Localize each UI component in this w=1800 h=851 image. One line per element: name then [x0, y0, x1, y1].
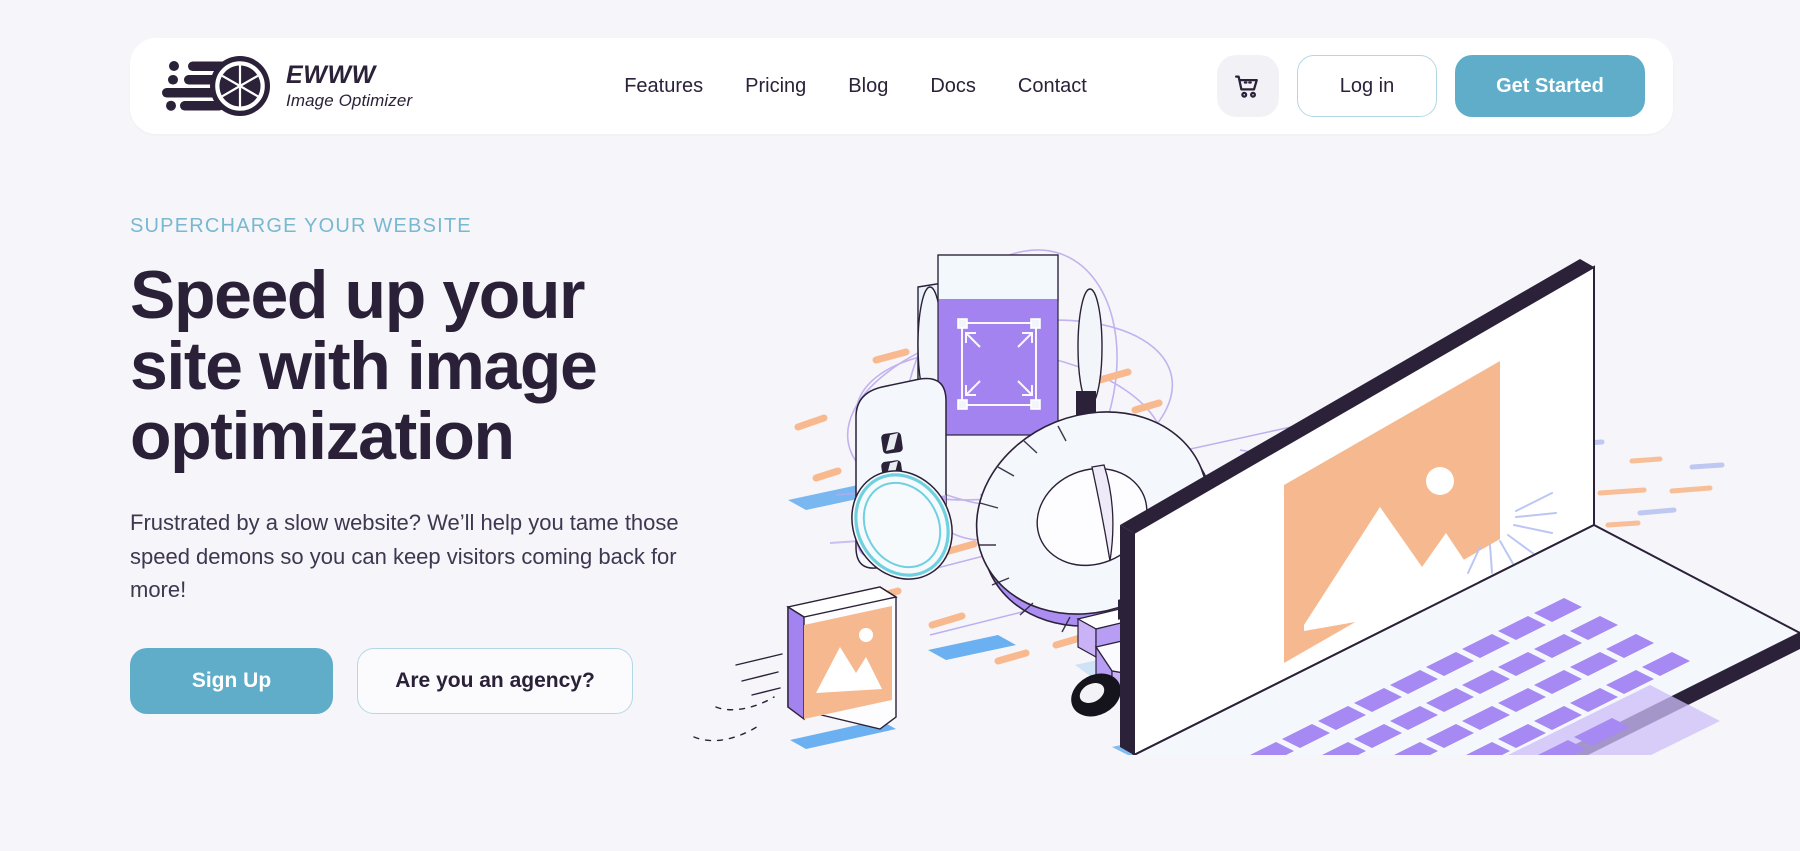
hero-subtext: Frustrated by a slow website? We’ll help… [130, 510, 679, 603]
speed-rail-lines-icon [909, 424, 1501, 636]
nav-item-pricing[interactable]: Pricing [745, 75, 806, 98]
hero-cta-row: Sign Up Are you an agency? [130, 648, 780, 715]
shopping-cart-icon [1235, 75, 1258, 98]
get-started-button[interactable]: Get Started [1455, 55, 1645, 117]
aperture-speed-logo-icon [162, 56, 270, 116]
login-button[interactable]: Log in [1297, 55, 1437, 117]
site-header: EWWW Image Optimizer Features Pricing Bl… [130, 38, 1673, 134]
isometric-laptop [1112, 259, 1800, 755]
logo-subtitle: Image Optimizer [286, 91, 413, 110]
header-actions: Log in Get Started [1217, 55, 1645, 117]
torus-ring [975, 411, 1215, 636]
logo-text: EWWW Image Optimizer [286, 61, 413, 110]
nav-item-blog[interactable]: Blog [848, 75, 888, 98]
formula-one-race-car [1071, 595, 1407, 753]
orange-speed-dashes-icon [794, 323, 1450, 665]
page-title: Speed up your site with image optimizati… [130, 257, 598, 475]
nav-item-features[interactable]: Features [624, 75, 703, 98]
logo[interactable]: EWWW Image Optimizer [162, 55, 412, 117]
sign-up-button[interactable]: Sign Up [130, 648, 333, 715]
camera-lens [851, 377, 953, 580]
hero-eyebrow: SUPERCHARGE YOUR WEBSITE [130, 215, 472, 237]
orbit-rings-icon [846, 249, 1174, 541]
agency-button[interactable]: Are you an agency? [357, 648, 633, 715]
cart-button[interactable] [1217, 55, 1279, 117]
hero-section: SUPERCHARGE YOUR WEBSITE Speed up your s… [130, 215, 780, 715]
nav-item-docs[interactable]: Docs [930, 75, 976, 98]
blue-accent-bars-icon [788, 485, 1388, 749]
crop-tool-panel [917, 254, 1103, 436]
nav-item-contact[interactable]: Contact [1018, 75, 1087, 98]
logo-title: EWWW [286, 61, 376, 89]
sparkle-icon [1467, 492, 1557, 574]
isometric-image-optimization-illustration [680, 195, 1800, 755]
main-navigation: Features Pricing Blog Docs Contact [624, 75, 1087, 98]
